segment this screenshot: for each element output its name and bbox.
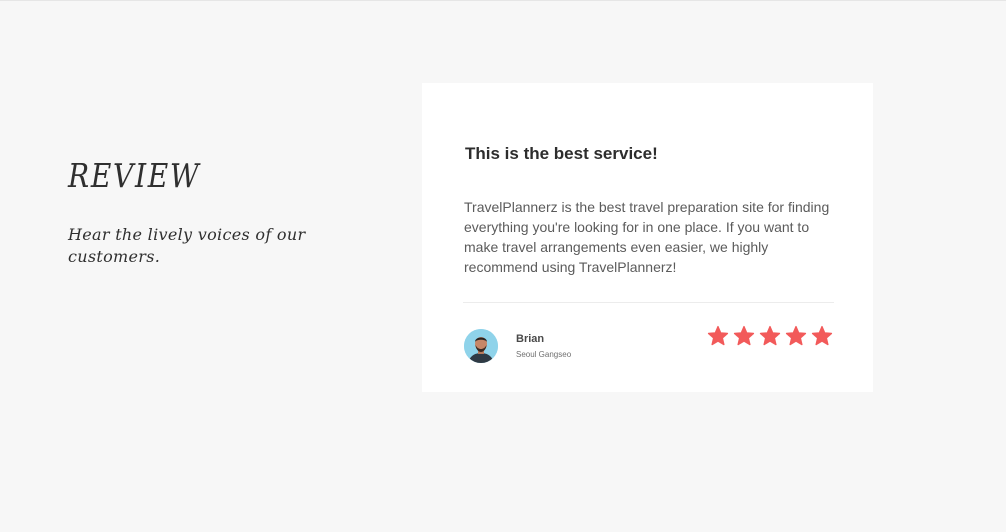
author-location: Seoul Gangseo [516,350,572,359]
section-title: REVIEW [68,156,201,195]
author-name: Brian [516,333,545,345]
star-icon [707,325,729,346]
star-icon [759,325,781,346]
star-icon [733,325,755,346]
avatar [464,329,498,363]
section-heading: REVIEW Hear the lively voices of our cus… [68,156,388,268]
review-card: This is the best service! TravelPlannerz… [422,83,873,392]
review-divider [463,302,834,303]
person-avatar-icon [464,329,498,363]
star-icon [811,325,833,346]
section-subtitle: Hear the lively voices of our customers. [68,225,306,266]
review-headline: This is the best service! [465,144,658,163]
star-rating [707,325,833,347]
star-icon [785,325,807,346]
review-body: TravelPlannerz is the best travel prepar… [464,199,830,275]
